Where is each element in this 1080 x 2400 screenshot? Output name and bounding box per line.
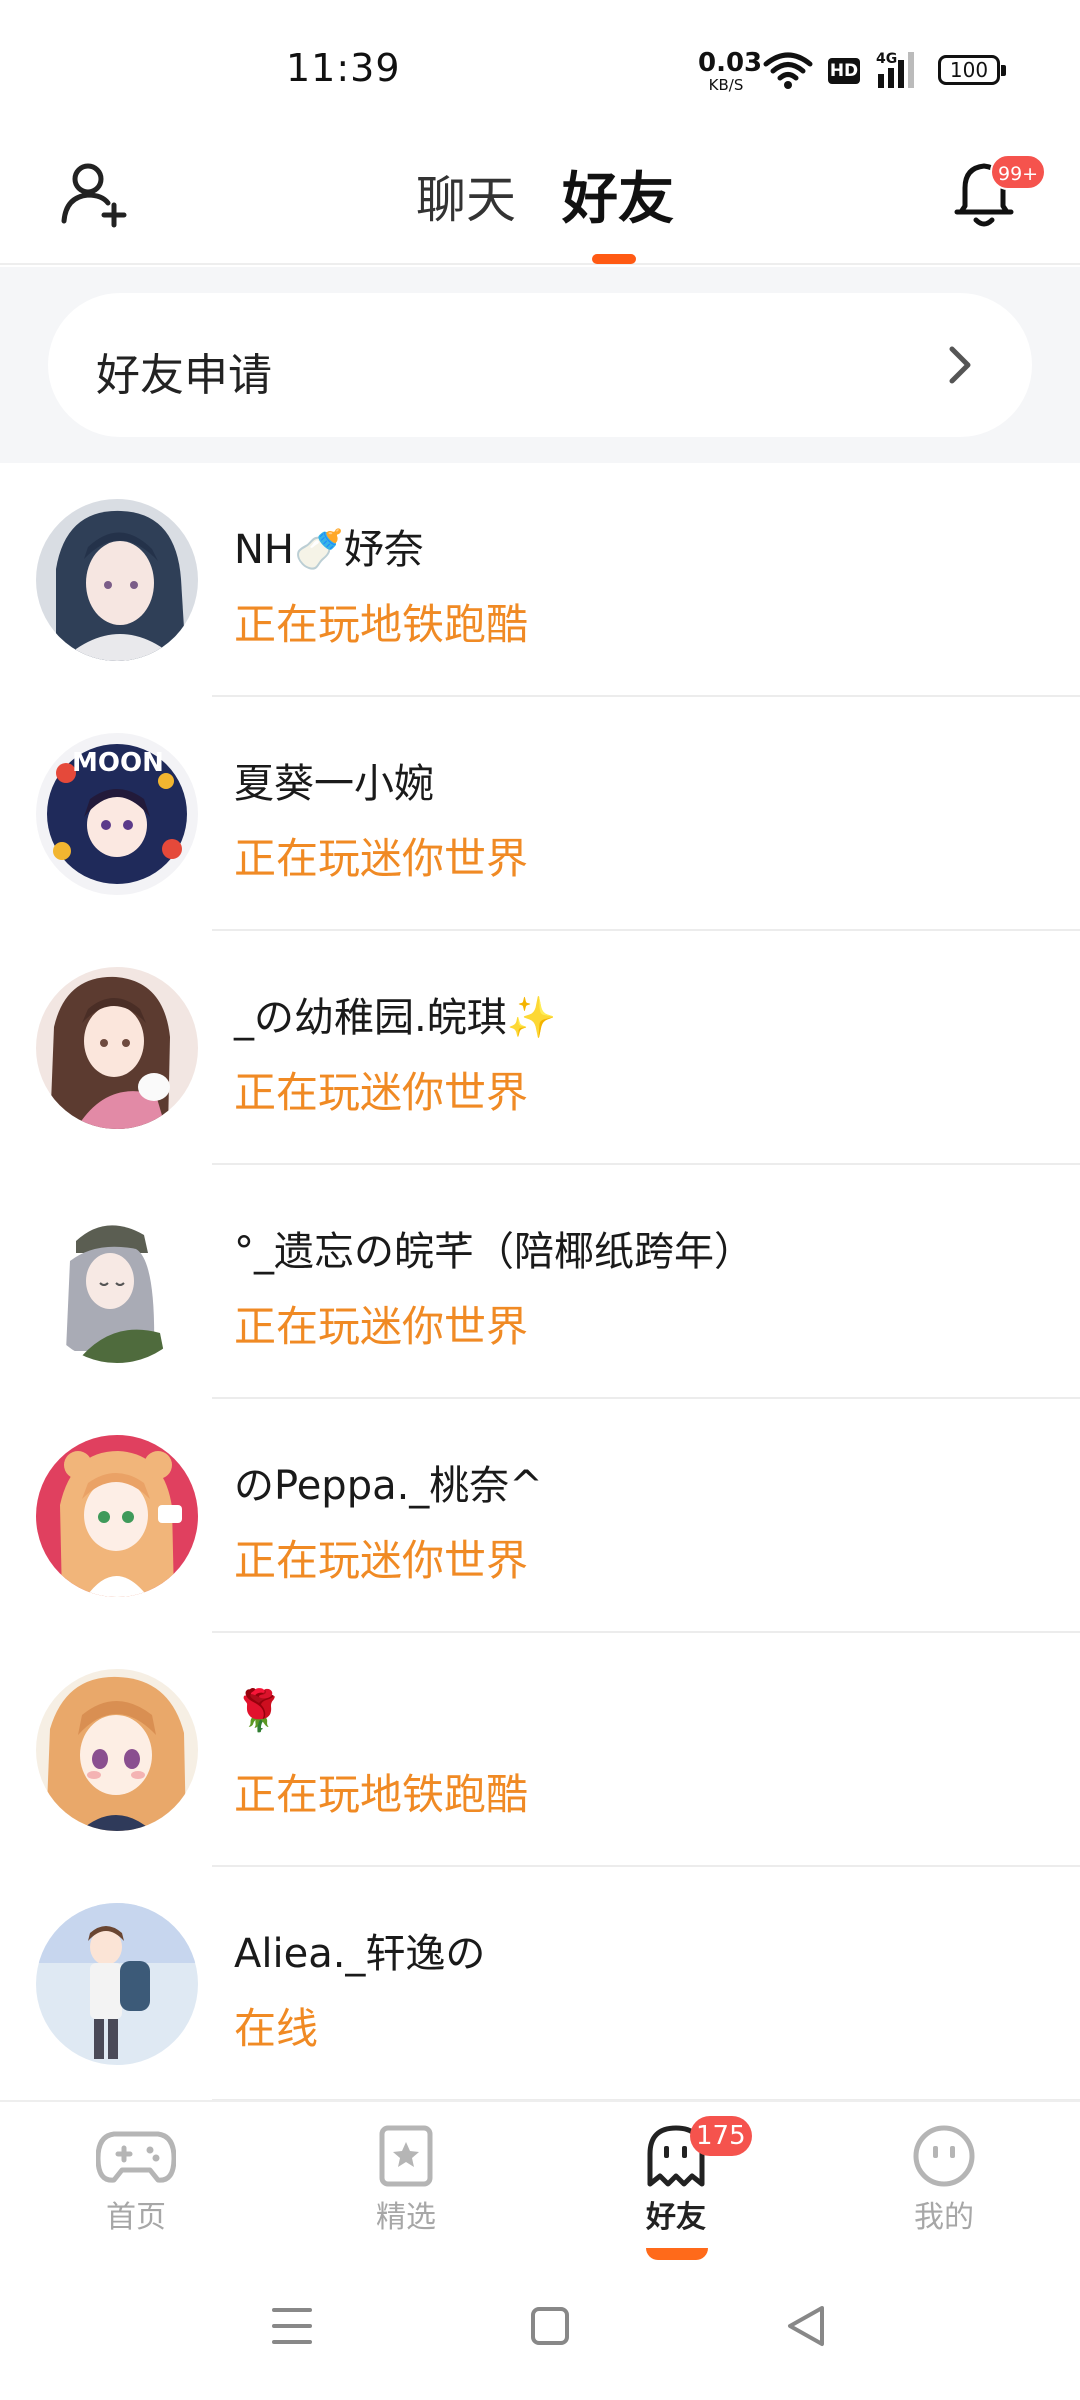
svg-text:MOON: MOON bbox=[72, 748, 164, 778]
tab-friends[interactable]: 好友 bbox=[562, 154, 674, 235]
anime-girl-orange-hair-avatar bbox=[36, 1669, 198, 1831]
menu-icon[interactable] bbox=[272, 2304, 312, 2348]
friend-row[interactable]: _の幼稚园.皖琪✨ 正在玩迷你世界 bbox=[0, 931, 1080, 1165]
friends-count-badge: 175 bbox=[690, 2116, 752, 2156]
friend-row[interactable]: のPeppa._桃奈^ 正在玩迷你世界 bbox=[0, 1399, 1080, 1633]
anime-girl-pink-bg-avatar bbox=[36, 1435, 198, 1597]
nav-friends[interactable]: 好友 175 bbox=[606, 2116, 752, 2260]
friend-name: 🌹 bbox=[234, 1688, 284, 1734]
anime-girl-moon-avatar: MOON bbox=[36, 733, 198, 895]
nav-featured[interactable]: 精选 bbox=[336, 2124, 476, 2236]
nav-friends-label: 好友 bbox=[646, 2200, 706, 2235]
nav-mine[interactable]: 我的 bbox=[874, 2124, 1014, 2236]
nav-home[interactable]: 首页 bbox=[66, 2124, 206, 2236]
friend-status: 正在玩地铁跑酷 bbox=[234, 1770, 529, 1819]
friend-request-section: 好友申请 bbox=[0, 267, 1080, 463]
tab-chat[interactable]: 聊天 bbox=[416, 160, 516, 232]
anime-boy-backpack-avatar bbox=[36, 1903, 198, 2065]
chevron-right-icon bbox=[949, 346, 971, 384]
anime-girl-blue-hair-avatar bbox=[36, 499, 198, 661]
notification-badge: 99+ bbox=[990, 154, 1047, 190]
friend-request-label: 好友申请 bbox=[96, 350, 272, 401]
friend-name: のPeppa._桃奈^ bbox=[234, 1463, 543, 1509]
add-friend-icon[interactable] bbox=[58, 157, 130, 229]
friend-name: 夏葵一小婉 bbox=[234, 761, 434, 807]
hd-icon: HD bbox=[828, 58, 860, 84]
active-tab-indicator bbox=[592, 254, 636, 264]
face-icon bbox=[913, 2125, 975, 2187]
friend-row[interactable]: Aliea._轩逸の 在线 bbox=[0, 1867, 1080, 2101]
home-square-icon[interactable] bbox=[530, 2304, 570, 2348]
friend-status: 正在玩迷你世界 bbox=[234, 1068, 529, 1117]
friend-status: 正在玩地铁跑酷 bbox=[234, 600, 529, 649]
network-speed-value: 0.03 bbox=[698, 48, 763, 78]
friend-status: 正在玩迷你世界 bbox=[234, 1536, 529, 1585]
nav-active-indicator bbox=[646, 2248, 708, 2260]
friend-status: 在线 bbox=[234, 2004, 319, 2053]
anime-girl-grey-hair-avatar bbox=[36, 1201, 198, 1363]
signal-label: 4G bbox=[876, 51, 897, 67]
nav-home-label: 首页 bbox=[106, 2200, 166, 2235]
status-bar: 11:39 0.03 KB/S HD 4G 100 bbox=[0, 0, 1080, 130]
status-time: 11:39 bbox=[286, 46, 401, 90]
network-speed: 0.03 KB/S bbox=[698, 48, 763, 94]
anime-girl-cat-avatar bbox=[36, 967, 198, 1129]
wifi-icon bbox=[763, 52, 813, 89]
friend-name: °_遗忘の皖芊（陪椰纸跨年） bbox=[234, 1229, 754, 1275]
bottom-nav: 首页 精选 好友 175 我的 bbox=[0, 2100, 1080, 2260]
friend-name: _の幼稚园.皖琪✨ bbox=[234, 995, 557, 1041]
friend-request-button[interactable]: 好友申请 bbox=[48, 293, 1032, 437]
gamepad-icon bbox=[96, 2131, 176, 2183]
friend-list: NH🍼妤奈 正在玩地铁跑酷 MOON 夏葵一小婉 正在玩迷你世界 _の幼稚园.皖… bbox=[0, 463, 1080, 2101]
top-header: 聊天 好友 99+ bbox=[0, 130, 1080, 265]
friend-name: Aliea._轩逸の bbox=[234, 1931, 486, 1977]
network-speed-unit: KB/S bbox=[708, 76, 744, 94]
signal-icon: 4G bbox=[876, 51, 914, 88]
star-card-icon bbox=[379, 2125, 433, 2187]
nav-mine-label: 我的 bbox=[914, 2200, 974, 2235]
friend-row[interactable]: MOON 夏葵一小婉 正在玩迷你世界 bbox=[0, 697, 1080, 931]
friend-row[interactable]: °_遗忘の皖芊（陪椰纸跨年） 正在玩迷你世界 bbox=[0, 1165, 1080, 1399]
system-nav-bar bbox=[0, 2260, 1080, 2400]
back-triangle-icon[interactable] bbox=[786, 2304, 826, 2348]
friend-name: NH🍼妤奈 bbox=[234, 527, 424, 573]
friend-row[interactable]: 🌹 正在玩地铁跑酷 bbox=[0, 1633, 1080, 1867]
friend-status: 正在玩迷你世界 bbox=[234, 834, 529, 883]
friend-row[interactable]: NH🍼妤奈 正在玩地铁跑酷 bbox=[0, 463, 1080, 697]
nav-featured-label: 精选 bbox=[376, 2200, 436, 2235]
battery-icon: 100 bbox=[938, 55, 1006, 85]
friend-status: 正在玩迷你世界 bbox=[234, 1302, 529, 1351]
